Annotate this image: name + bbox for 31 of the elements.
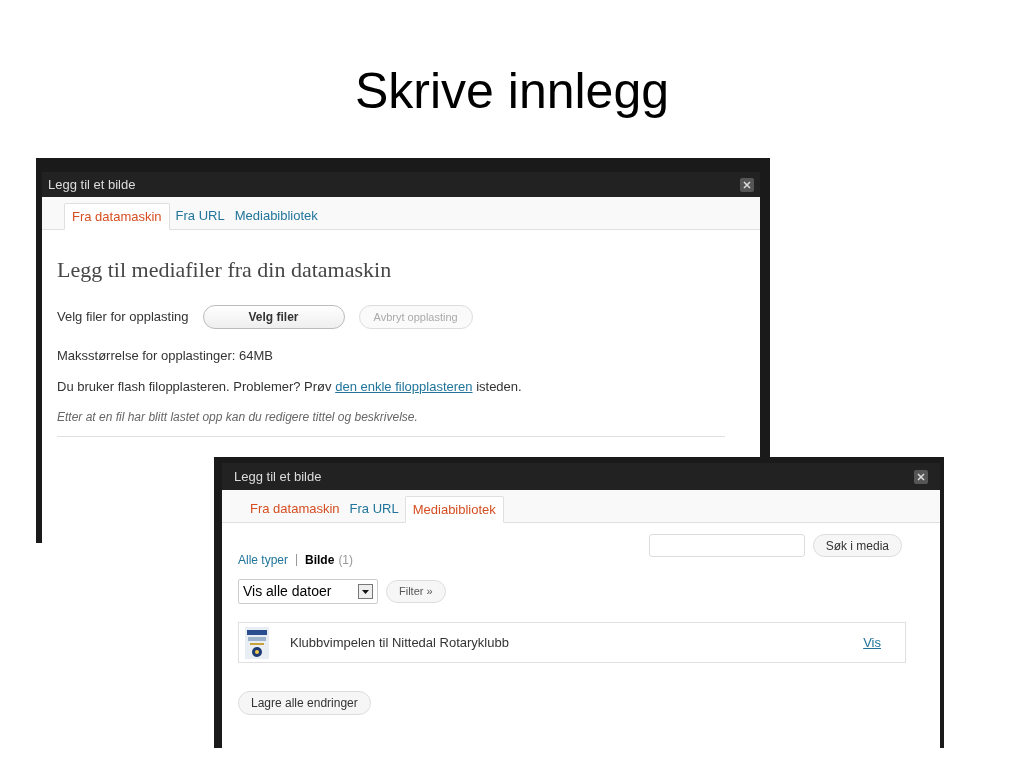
search-field[interactable] [648, 534, 805, 557]
choose-files-button[interactable]: Velg filer [202, 305, 345, 329]
tab[interactable]: Fra datamaskin [246, 495, 344, 522]
max-size-text: Maksstørrelse for opplastinger: 64MB [57, 347, 275, 365]
date-select[interactable]: Vis alle datoer [238, 579, 378, 604]
filter-button[interactable]: Filter » [386, 580, 446, 603]
tab[interactable]: Mediabibliotek [230, 202, 322, 229]
upload-label: Velg filer for opplasting [57, 308, 189, 327]
save-all-button[interactable]: Lagre alle endringer [238, 691, 371, 715]
tab[interactable]: Fra URL [171, 202, 229, 229]
tab[interactable]: Fra datamaskin [64, 203, 170, 230]
dialog-title: Legg til et bilde [48, 175, 136, 194]
dialog-title: Legg til et bilde [234, 467, 322, 486]
type-filter-link[interactable]: Bilde [305, 551, 335, 569]
section-heading: Legg til mediafiler fra din datamaskin [57, 256, 393, 284]
simple-uploader-link[interactable]: den enkle filopplasteren [335, 378, 473, 394]
separator [296, 554, 298, 566]
search-button[interactable]: Søk i media [812, 534, 902, 557]
close-icon [917, 472, 925, 481]
uploader-note: Du bruker flash filopplasteren. Problemer? Prøv den enkle filopplasteren isteden. [57, 377, 523, 396]
edit-hint: Etter at en fil har blitt lastet opp kan du redigere tittel og beskrivelse. [57, 409, 419, 426]
close-icon [743, 180, 751, 189]
media-title: Klubbvimpelen til Nittedal Rotaryklubb [290, 633, 510, 652]
count-text: (1) [338, 552, 354, 569]
slide-title: Skrive innlegg [353, 66, 671, 116]
tab[interactable]: Fra URL [345, 495, 403, 522]
close-button[interactable] [914, 469, 928, 484]
tab[interactable]: Mediabibliotek [404, 496, 504, 523]
close-button[interactable] [740, 177, 754, 192]
type-filter-link[interactable]: Alle typer [238, 551, 289, 569]
show-link[interactable]: Vis [863, 632, 881, 653]
